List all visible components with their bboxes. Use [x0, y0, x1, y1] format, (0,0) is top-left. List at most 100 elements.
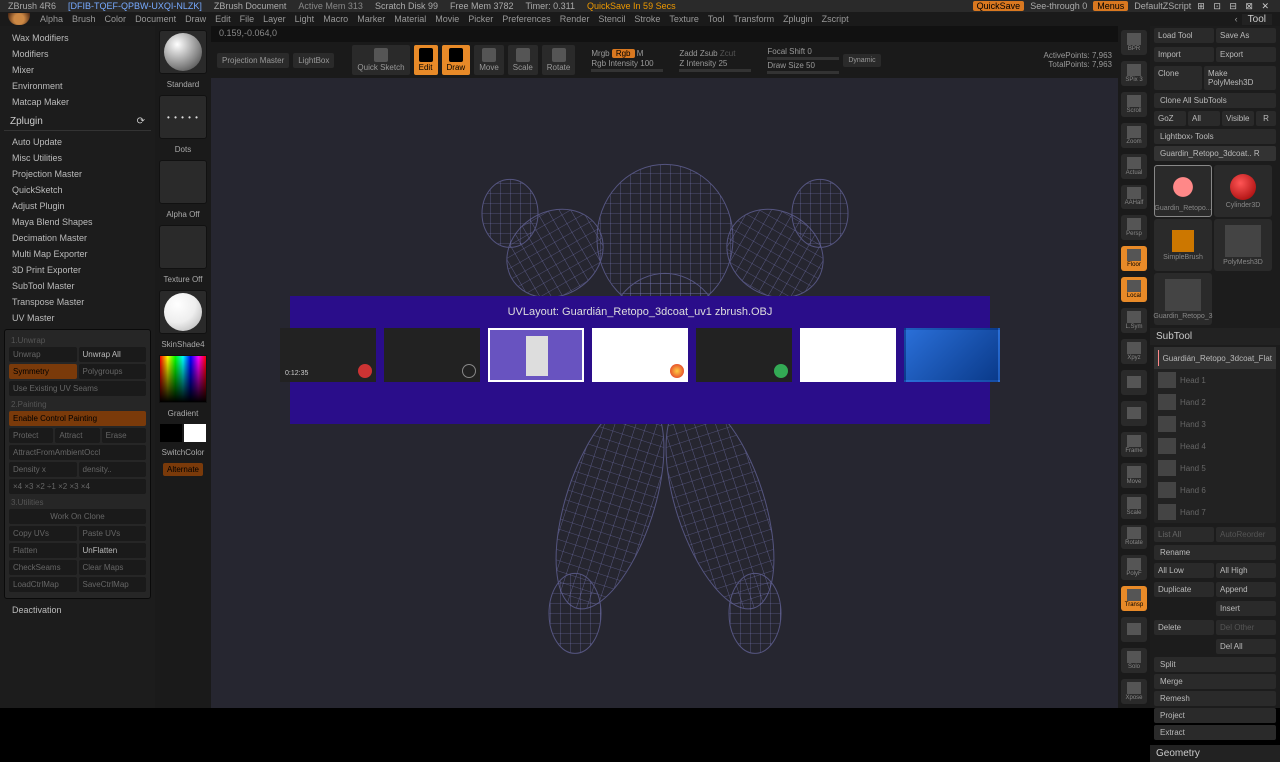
right-tool-BPR[interactable]: BPR: [1121, 30, 1147, 55]
current-tool[interactable]: Guardin_Retopo_3dcoat.. R: [1154, 146, 1276, 161]
tool-thumb[interactable]: PolyMesh3D: [1214, 219, 1272, 271]
menu-stroke[interactable]: Stroke: [634, 14, 660, 24]
menu-document[interactable]: Document: [135, 14, 176, 24]
menu-picker[interactable]: Picker: [468, 14, 493, 24]
edit-button[interactable]: Edit: [414, 45, 438, 75]
z-intensity[interactable]: Z Intensity 25: [679, 59, 751, 68]
leftitem[interactable]: Modifiers: [4, 46, 151, 62]
subtool-slot[interactable]: Hand 7: [1154, 501, 1276, 523]
menu-movie[interactable]: Movie: [435, 14, 459, 24]
right-tool-Transp[interactable]: Transp: [1121, 586, 1147, 611]
del-other[interactable]: Del Other: [1216, 620, 1276, 635]
subtool-slot[interactable]: Hand 3: [1154, 413, 1276, 435]
tool-header-top[interactable]: Tool: [1242, 14, 1272, 25]
menu-draw[interactable]: Draw: [185, 14, 206, 24]
right-tool-Actual[interactable]: Actual: [1121, 154, 1147, 179]
flatten-button[interactable]: Flatten: [9, 543, 77, 558]
menu-marker[interactable]: Marker: [357, 14, 385, 24]
export-button[interactable]: Export: [1216, 47, 1276, 62]
window-icons[interactable]: ⊞ ⊡ ⊟ ⊠ ✕: [1197, 1, 1272, 12]
right-tool-Xpyz[interactable]: Xpyz: [1121, 339, 1147, 364]
goz-visible[interactable]: Visible: [1222, 111, 1254, 126]
refresh-icon[interactable]: ⟳: [137, 116, 145, 127]
tool-thumb[interactable]: SimpleBrush: [1154, 219, 1212, 271]
right-tool-blank[interactable]: [1121, 617, 1147, 642]
leftitem[interactable]: Maya Blend Shapes: [4, 214, 151, 230]
density-multipliers[interactable]: ×4 ×3 ×2 ÷1 ×2 ×3 ×4: [9, 479, 146, 494]
menu-transform[interactable]: Transform: [733, 14, 774, 24]
menu-zplugin[interactable]: Zplugin: [783, 14, 813, 24]
existing-seams[interactable]: Use Existing UV Seams: [9, 381, 146, 396]
remesh[interactable]: Remesh: [1154, 691, 1276, 706]
task-thumb-5[interactable]: [696, 328, 792, 382]
right-tool-Persp[interactable]: Persp: [1121, 215, 1147, 240]
right-tool-Solo[interactable]: Solo: [1121, 648, 1147, 673]
load-tool[interactable]: Load Tool: [1154, 28, 1214, 43]
right-tool-PolyF[interactable]: PolyF: [1121, 555, 1147, 580]
leftitem[interactable]: Misc Utilities: [4, 150, 151, 166]
quicksketch-button[interactable]: Quick Sketch: [352, 45, 409, 75]
right-tool-L.Sym[interactable]: L.Sym: [1121, 308, 1147, 333]
right-tool-SPix 3[interactable]: SPix 3: [1121, 61, 1147, 86]
save-as[interactable]: Save As: [1216, 28, 1276, 43]
zadd[interactable]: Zadd: [679, 49, 697, 58]
right-tool-blank[interactable]: [1121, 370, 1147, 395]
enable-painting[interactable]: Enable Control Painting: [9, 411, 146, 426]
right-tool-blank[interactable]: [1121, 401, 1147, 426]
leftitem[interactable]: Adjust Plugin: [4, 198, 151, 214]
leftitem[interactable]: Multi Map Exporter: [4, 246, 151, 262]
subtool-slot[interactable]: Hand 6: [1154, 479, 1276, 501]
right-tool-Floor[interactable]: Floor: [1121, 246, 1147, 271]
leftitem[interactable]: SubTool Master: [4, 278, 151, 294]
subtool-slot[interactable]: Head 4: [1154, 435, 1276, 457]
quicksave-button[interactable]: QuickSave: [973, 1, 1025, 11]
rename-button[interactable]: Rename: [1154, 545, 1276, 560]
insert[interactable]: Insert: [1216, 601, 1276, 616]
task-thumb-3-selected[interactable]: [488, 328, 584, 382]
density-field[interactable]: density..: [79, 462, 147, 477]
color-picker[interactable]: [159, 355, 207, 403]
clone-all[interactable]: Clone All SubTools: [1154, 93, 1276, 108]
merge[interactable]: Merge: [1154, 674, 1276, 689]
subtool-active[interactable]: Guardián_Retopo_3dcoat_Flat: [1154, 347, 1276, 369]
color-swatches[interactable]: [160, 424, 206, 442]
alpha-swatch[interactable]: [159, 160, 207, 204]
draw-size[interactable]: Draw Size 50: [767, 61, 839, 70]
menu-color[interactable]: Color: [105, 14, 127, 24]
import-button[interactable]: Import: [1154, 47, 1214, 62]
subtool-slot[interactable]: Head 1: [1154, 369, 1276, 391]
goz[interactable]: GoZ: [1154, 111, 1186, 126]
unwrap-button[interactable]: Unwrap: [9, 347, 77, 362]
append[interactable]: Append: [1216, 582, 1276, 597]
tool-thumb[interactable]: Guardin_Retopo_3: [1154, 273, 1212, 325]
load-ctrlmap[interactable]: LoadCtrlMap: [9, 577, 77, 592]
texture-swatch[interactable]: [159, 225, 207, 269]
leftitem[interactable]: QuickSketch: [4, 182, 151, 198]
menu-stencil[interactable]: Stencil: [598, 14, 625, 24]
switchcolor[interactable]: SwitchColor: [160, 446, 207, 459]
menu-layer[interactable]: Layer: [263, 14, 286, 24]
make-polymesh[interactable]: Make PolyMesh3D: [1204, 66, 1276, 90]
right-tool-Scale[interactable]: Scale: [1121, 494, 1147, 519]
leftitem[interactable]: Auto Update: [4, 134, 151, 150]
material-swatch[interactable]: [159, 290, 207, 334]
paste-uvs[interactable]: Paste UVs: [79, 526, 147, 541]
draw-button[interactable]: Draw: [442, 45, 471, 75]
subtool-list[interactable]: Guardián_Retopo_3dcoat_Flat Head 1Hand 2…: [1154, 347, 1276, 523]
polygroups-button[interactable]: Polygroups: [79, 364, 147, 379]
delete[interactable]: Delete: [1154, 620, 1214, 635]
right-tool-Frame[interactable]: Frame: [1121, 432, 1147, 457]
leftitem[interactable]: Environment: [4, 78, 151, 94]
attract-button[interactable]: Attract: [55, 428, 99, 443]
del-all[interactable]: Del All: [1216, 639, 1276, 654]
leftitem[interactable]: 3D Print Exporter: [4, 262, 151, 278]
goz-r[interactable]: R: [1256, 111, 1276, 126]
focal-shift[interactable]: Focal Shift 0: [767, 47, 839, 56]
menu-tool[interactable]: Tool: [708, 14, 725, 24]
zcut[interactable]: Zcut: [720, 49, 736, 58]
extract[interactable]: Extract: [1154, 725, 1276, 740]
tool-thumb[interactable]: Guardin_Retopo...: [1154, 165, 1212, 217]
right-tool-Scroll[interactable]: Scroll: [1121, 92, 1147, 117]
right-tool-Xpose[interactable]: Xpose: [1121, 679, 1147, 704]
task-thumb-6[interactable]: [800, 328, 896, 382]
